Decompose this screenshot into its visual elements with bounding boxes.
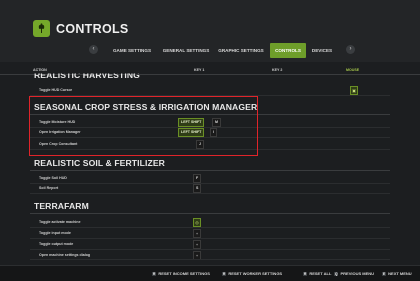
footer-label: NEXT MENU [388,271,412,276]
header: CONTROLS ‹ GAME SETTINGS GENERAL SETTING… [0,0,420,62]
key-binding[interactable]: + [193,251,201,259]
action-label: Soil Report [39,186,59,190]
next-menu-button[interactable]: E NEXT MENU [382,271,412,276]
action-label: Toggle activate machine [39,220,81,224]
mouse-icon[interactable]: ▣ [350,86,358,95]
tab-controls[interactable]: CONTROLS [270,43,306,58]
section-title-terrafarm: TERRAFARM [34,201,89,211]
key-binding[interactable]: S [193,184,202,193]
nav-prev-button[interactable]: ‹ [89,45,98,54]
key-binding[interactable]: + [193,240,201,249]
key-hint: R [152,272,157,276]
nav-next-button[interactable]: › [346,45,355,54]
key-hint: R [303,272,308,276]
tab-game-settings[interactable]: GAME SETTINGS [104,43,160,58]
reset-worker-settings-button[interactable]: R RESET WORKER SETTINGS [222,271,282,276]
column-mouse: MOUSE [346,68,360,72]
action-label: Open machine settings dialog [39,253,91,257]
footer-label: RESET WORKER SETTINGS [228,271,283,276]
table-row[interactable]: Toggle Soil HUD F [30,174,390,184]
footer-label: PREVIOUS MENU [340,271,375,276]
key-hint: R [222,272,227,276]
key-binding[interactable]: ◎ [193,218,201,227]
key-hint: Q [334,272,339,276]
footer-bar: R RESET INCOME SETTINGS R RESET WORKER SET… [0,265,420,281]
tab-graphic-settings[interactable]: GRAPHIC SETTINGS [214,43,268,58]
table-row[interactable]: Open machine settings dialog + [30,251,390,260]
previous-menu-button[interactable]: Q PREVIOUS MENU [334,271,374,276]
page-title: CONTROLS [56,22,129,36]
reset-all-button[interactable]: R RESET ALL [303,271,331,276]
key-binding[interactable]: F [193,174,202,183]
table-row[interactable]: Toggle input mode + [30,229,390,239]
column-header: ACTION KEY 1 KEY 2 MOUSE [0,64,420,75]
section-divider [30,170,390,171]
column-key1: KEY 1 [194,68,205,72]
wheat-icon [33,20,50,37]
action-label: Toggle input mode [39,231,71,235]
section-title-realistic-soil: REALISTIC SOIL & FERTILIZER [34,158,165,168]
tab-general-settings[interactable]: GENERAL SETTINGS [160,43,212,58]
table-row[interactable]: Soil Report S [30,184,390,194]
footer-label: RESET ALL [309,271,332,276]
action-label: Toggle HUD Cursor [39,88,73,92]
key-hint: E [382,272,387,276]
highlight-box [29,96,258,156]
table-row[interactable]: Toggle activate machine ◎ [30,218,390,228]
reset-income-settings-button[interactable]: R RESET INCOME SETTINGS [152,271,210,276]
tab-devices[interactable]: DEVICES [308,43,336,58]
column-key2: KEY 2 [272,68,283,72]
section-divider [30,213,390,214]
table-row[interactable]: Toggle HUD Cursor ▣ [30,86,390,96]
table-row[interactable]: Toggle output mode + [30,240,390,250]
key-binding[interactable]: + [193,229,201,238]
action-label: Toggle output mode [39,242,74,246]
footer-label: RESET INCOME SETTINGS [158,271,210,276]
action-label: Toggle Soil HUD [39,176,67,180]
column-action: ACTION [33,68,47,72]
